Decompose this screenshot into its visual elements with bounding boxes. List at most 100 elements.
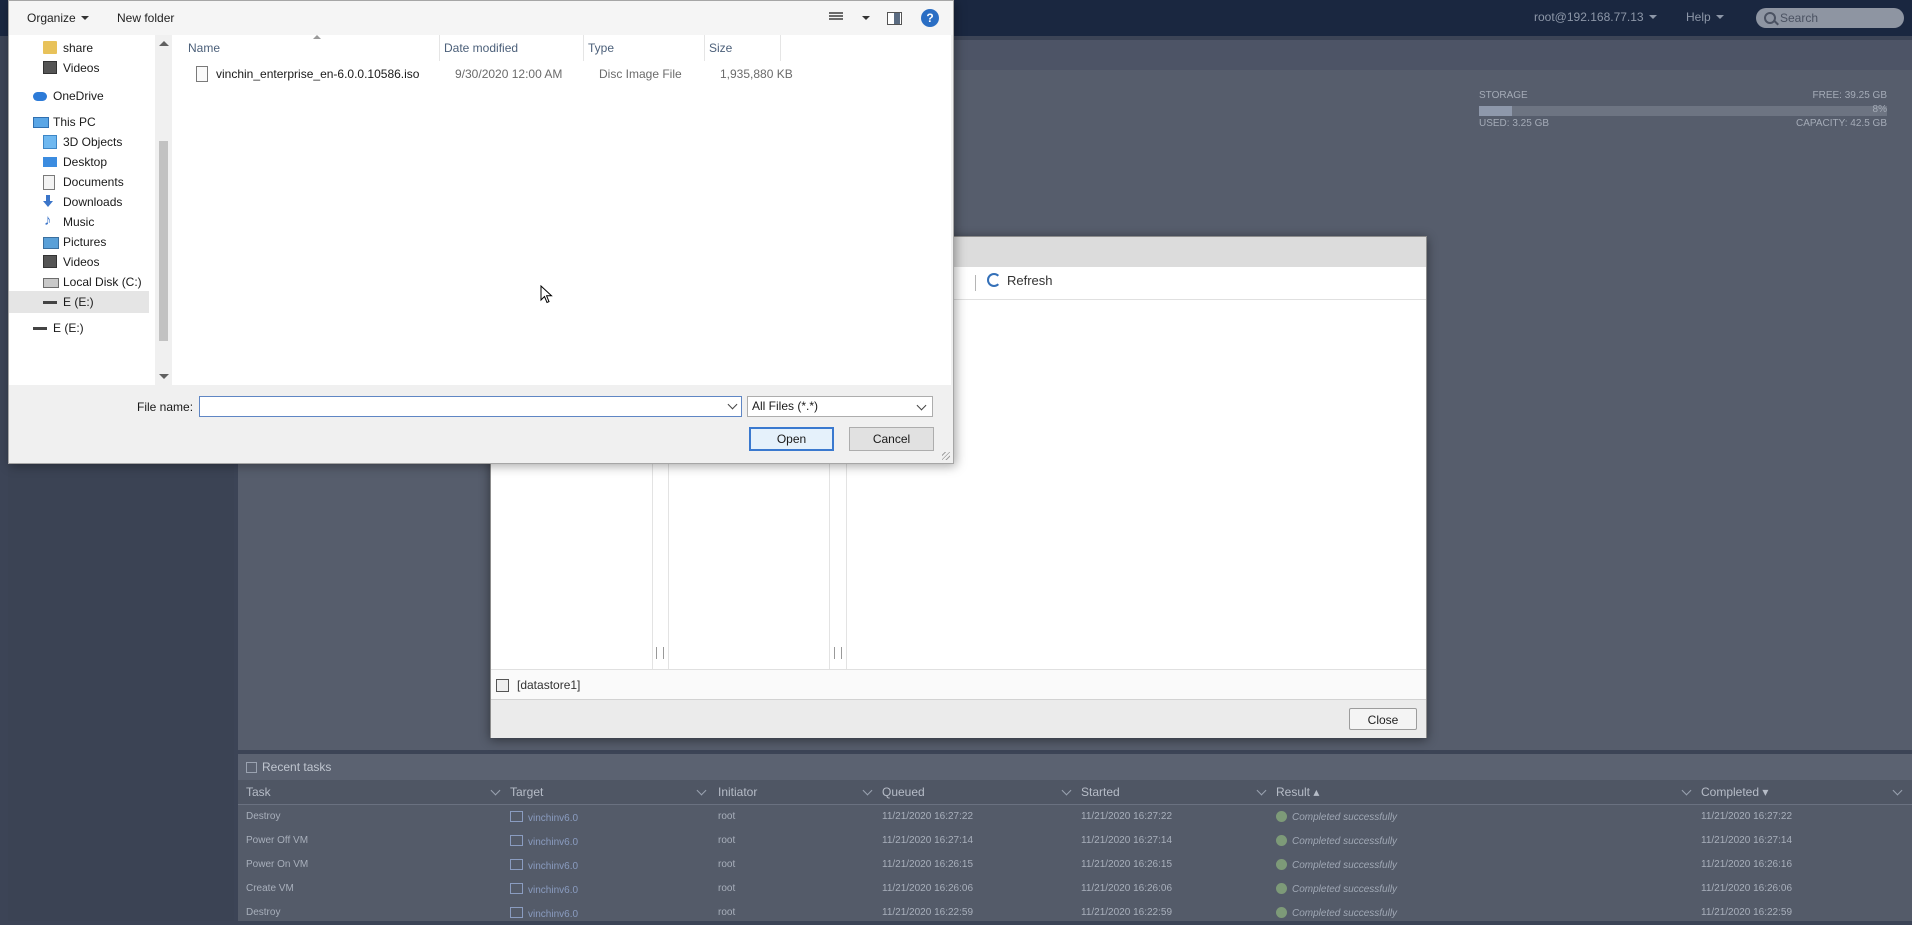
table-row[interactable]: Power Off VM vinchinv6.0 root 11/21/2020 16… <box>238 829 1912 853</box>
task-started: 11/21/2020 16:26:15 <box>1081 859 1172 870</box>
preview-pane-icon[interactable] <box>887 12 902 25</box>
task-started: 11/21/2020 16:22:59 <box>1081 907 1172 918</box>
disc-image-file-icon <box>196 66 208 82</box>
task-target-text: vinchinv6.0 <box>528 837 579 848</box>
nav-item-label: Videos <box>63 61 100 75</box>
task-initiator-text: root <box>718 811 736 822</box>
storage-percent: 8% <box>1872 104 1887 115</box>
task-queued: 11/21/2020 16:27:22 <box>882 811 973 822</box>
task-result: Completed successfully <box>1276 859 1397 871</box>
cube-icon <box>43 135 57 149</box>
nav-item[interactable]: Downloads <box>9 191 149 213</box>
tasks-column-header[interactable]: Initiator <box>718 785 757 799</box>
task-started: 11/21/2020 16:27:22 <box>1081 811 1172 822</box>
recent-tasks-header[interactable]: Recent tasks <box>238 754 1912 781</box>
file-name-history-dropdown[interactable] <box>725 397 741 416</box>
nav-item[interactable]: Documents <box>9 171 149 193</box>
task-task: Power On VM <box>246 859 308 870</box>
close-button[interactable]: Close <box>1349 708 1417 730</box>
nav-item[interactable]: E (E:) <box>9 317 149 339</box>
column-resize-handle[interactable] <box>656 647 664 659</box>
open-button[interactable]: Open <box>749 427 834 451</box>
cancel-button[interactable]: Cancel <box>849 427 934 451</box>
help-icon[interactable]: ? <box>921 9 939 27</box>
vm-icon <box>510 835 523 846</box>
table-row[interactable]: Destroy vinchinv6.0 root 11/21/2020 16:27:2… <box>238 805 1912 829</box>
nav-item[interactable]: This PC <box>9 111 149 133</box>
datastore-path: [datastore1] <box>517 678 581 692</box>
nav-item-label: E (E:) <box>63 295 94 309</box>
nav-item[interactable]: 3D Objects <box>9 131 149 153</box>
tasks-column-header[interactable]: Task <box>246 785 271 799</box>
scroll-up-icon[interactable] <box>159 41 169 46</box>
disk-icon <box>43 278 59 288</box>
nav-item[interactable]: share <box>9 37 149 59</box>
user-menu[interactable]: root@192.168.77.13 <box>1534 10 1657 24</box>
tasks-column-header[interactable]: Started <box>1081 785 1120 799</box>
video-icon <box>43 255 57 268</box>
success-icon <box>1276 811 1287 822</box>
desktop-icon <box>43 157 57 167</box>
navigation-scrollbar[interactable] <box>155 35 172 385</box>
task-target[interactable]: vinchinv6.0 <box>510 859 578 872</box>
refresh-button[interactable]: Refresh <box>987 273 1053 293</box>
task-task: Power Off VM <box>246 835 308 846</box>
nav-item[interactable]: Music <box>9 211 149 233</box>
file-row[interactable]: vinchin_enterprise_en-6.0.0.10586.iso 9/… <box>172 63 793 85</box>
organize-button[interactable]: Organize <box>27 11 89 25</box>
tasks-icon <box>246 762 257 773</box>
table-row[interactable]: Power On VM vinchinv6.0 root 11/21/2020 16:… <box>238 853 1912 877</box>
nav-item[interactable]: Local Disk (C:) <box>9 271 149 293</box>
task-started: 11/21/2020 16:26:06 <box>1081 883 1172 894</box>
task-target[interactable]: vinchinv6.0 <box>510 907 578 920</box>
nav-item[interactable]: Pictures <box>9 231 149 253</box>
task-queued-text: 11/21/2020 16:26:06 <box>882 883 974 894</box>
tasks-column-header[interactable]: Completed ▾ <box>1701 785 1768 799</box>
file-type: Disc Image File <box>599 67 682 81</box>
new-folder-button[interactable]: New folder <box>117 11 174 25</box>
task-target[interactable]: vinchinv6.0 <box>510 835 578 848</box>
scrollbar-thumb[interactable] <box>159 141 168 341</box>
tasks-column-header[interactable]: Result ▴ <box>1276 785 1319 799</box>
column-header-date-modified[interactable]: Date modified <box>440 35 584 61</box>
nav-item[interactable]: Videos <box>9 251 149 273</box>
column-header-name[interactable]: Name <box>184 35 440 61</box>
task-result: Completed successfully <box>1276 883 1397 895</box>
task-task-text: Destroy <box>246 811 281 822</box>
vm-icon <box>510 883 523 894</box>
chevron-down-icon <box>916 400 927 411</box>
nav-item[interactable]: Desktop <box>9 151 149 173</box>
nav-item-label: share <box>63 41 94 55</box>
file-type-select[interactable]: All Files (*.*) <box>747 396 933 417</box>
column-header-type[interactable]: Type <box>584 35 705 61</box>
storage-free: FREE: 39.25 GB <box>1812 90 1887 101</box>
nav-item[interactable]: Videos <box>9 57 149 79</box>
file-name-input[interactable] <box>199 396 742 417</box>
nav-item-label: Videos <box>63 255 100 269</box>
task-queued: 11/21/2020 16:27:14 <box>882 835 973 846</box>
help-menu[interactable]: Help <box>1686 10 1724 24</box>
nav-item-label: This PC <box>53 115 96 129</box>
nav-item[interactable]: OneDrive <box>9 85 149 107</box>
tasks-column-header[interactable]: Target <box>510 785 543 799</box>
search-input[interactable]: Search <box>1756 8 1904 28</box>
resize-grip[interactable] <box>942 452 950 460</box>
nav-item[interactable]: E (E:) <box>9 291 149 313</box>
column-header-size[interactable]: Size <box>705 35 781 61</box>
nav-item-label: Downloads <box>63 195 123 209</box>
storage-bar <box>1479 106 1887 116</box>
column-resize-handle[interactable] <box>834 647 842 659</box>
task-queued: 11/21/2020 16:26:06 <box>882 883 973 894</box>
task-target[interactable]: vinchinv6.0 <box>510 811 578 824</box>
task-target[interactable]: vinchinv6.0 <box>510 883 578 896</box>
datastore-icon <box>496 679 509 692</box>
onedrive-icon <box>33 92 47 101</box>
drive-icon <box>33 327 47 330</box>
table-row[interactable]: Destroy vinchinv6.0 root 11/21/2020 16:22:5… <box>238 901 1912 925</box>
table-row[interactable]: Create VM vinchinv6.0 root 11/21/2020 16:26… <box>238 877 1912 901</box>
task-started-text: 11/21/2020 16:27:14 <box>1081 835 1173 846</box>
tasks-column-header[interactable]: Queued <box>882 785 925 799</box>
chevron-down-icon[interactable] <box>862 16 870 20</box>
view-options-icon[interactable] <box>829 11 843 23</box>
scroll-down-icon[interactable] <box>159 374 169 379</box>
